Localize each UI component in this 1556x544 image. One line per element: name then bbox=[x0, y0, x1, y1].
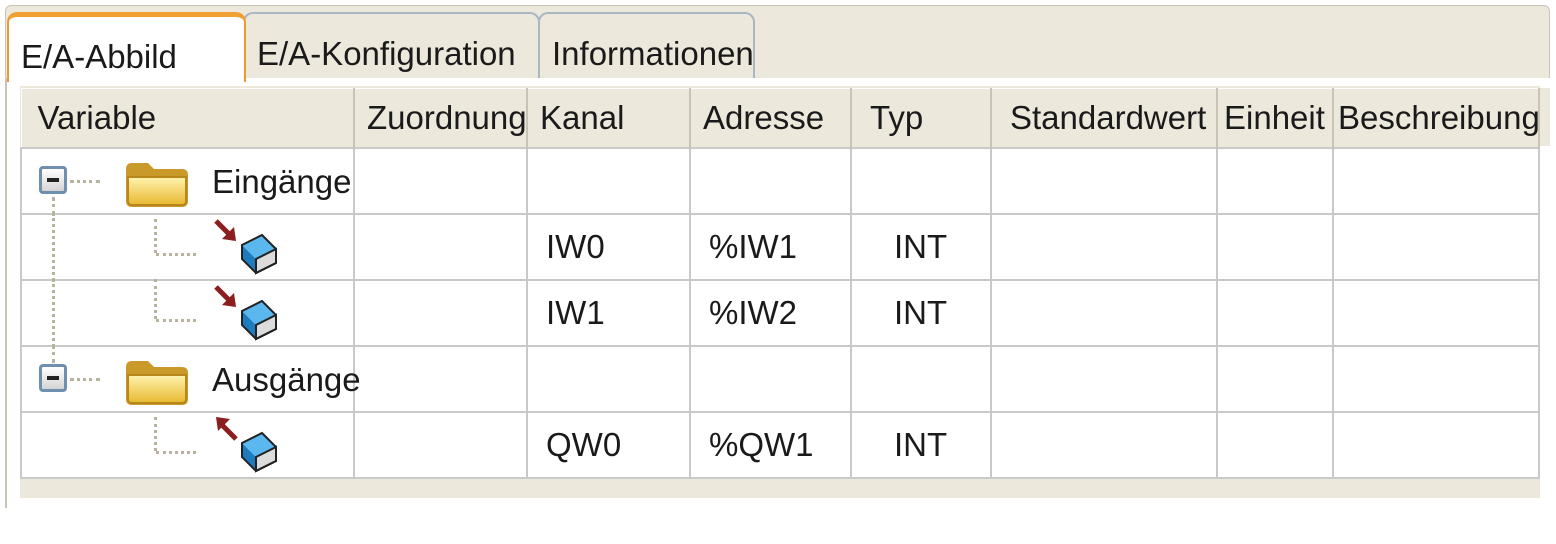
table-row[interactable]: Ausgänge bbox=[20, 345, 1540, 413]
typ-cell: INT bbox=[850, 279, 992, 347]
tab-ea-abbild[interactable]: E/A-Abbild bbox=[7, 12, 246, 82]
beschreibung-cell[interactable] bbox=[1332, 411, 1540, 479]
kanal-cell bbox=[526, 345, 691, 413]
zuordnung-cell[interactable] bbox=[353, 213, 528, 281]
tree-connector bbox=[154, 279, 157, 319]
tree-connector bbox=[154, 219, 157, 253]
einheit-cell[interactable] bbox=[1216, 147, 1334, 215]
variable-cell[interactable] bbox=[20, 213, 355, 281]
folder-label: Ausgänge bbox=[212, 361, 361, 398]
typ-cell bbox=[850, 147, 992, 215]
column-header-zuordnung[interactable]: Zuordnung bbox=[353, 88, 528, 149]
zuordnung-cell[interactable] bbox=[353, 147, 528, 215]
table-row[interactable]: IW0 %IW1 INT bbox=[20, 213, 1540, 281]
beschreibung-cell[interactable] bbox=[1332, 279, 1540, 347]
io-mapping-table: Variable Zuordnung Kanal Adresse Typ Sta… bbox=[20, 88, 1540, 479]
variable-cell[interactable] bbox=[20, 411, 355, 479]
tab-informationen[interactable]: Informationen bbox=[538, 12, 755, 80]
typ-cell: INT bbox=[850, 411, 992, 479]
kanal-cell bbox=[526, 147, 691, 215]
standardwert-cell[interactable] bbox=[990, 147, 1218, 215]
column-header-beschreibung[interactable]: Beschreibung bbox=[1332, 88, 1540, 149]
beschreibung-cell[interactable] bbox=[1332, 147, 1540, 215]
tree-connector bbox=[52, 279, 55, 347]
beschreibung-cell[interactable] bbox=[1332, 213, 1540, 281]
collapse-icon[interactable] bbox=[39, 364, 67, 392]
zuordnung-cell[interactable] bbox=[353, 345, 528, 413]
beschreibung-cell[interactable] bbox=[1332, 345, 1540, 413]
adresse-cell: %IW1 bbox=[689, 213, 852, 281]
tree-connector bbox=[70, 378, 100, 381]
einheit-cell[interactable] bbox=[1216, 411, 1334, 479]
tree-connector bbox=[156, 253, 196, 256]
kanal-cell: IW0 bbox=[526, 213, 691, 281]
adresse-cell: %IW2 bbox=[689, 279, 852, 347]
variable-cell[interactable] bbox=[20, 279, 355, 347]
column-header-typ[interactable]: Typ bbox=[850, 88, 992, 149]
variable-cell: Ausgänge bbox=[20, 345, 361, 413]
typ-cell bbox=[850, 345, 992, 413]
einheit-cell[interactable] bbox=[1216, 279, 1334, 347]
column-header-standardwert[interactable]: Standardwert bbox=[990, 88, 1218, 149]
tree-connector bbox=[154, 417, 157, 451]
typ-cell: INT bbox=[850, 213, 992, 281]
column-header-adresse[interactable]: Adresse bbox=[689, 88, 852, 149]
tree-connector bbox=[52, 345, 55, 363]
standardwert-cell[interactable] bbox=[990, 279, 1218, 347]
variable-cell: Eingänge bbox=[20, 147, 355, 215]
tree-connector bbox=[52, 213, 55, 281]
einheit-cell[interactable] bbox=[1216, 213, 1334, 281]
tree-connector bbox=[70, 180, 100, 183]
column-header-einheit[interactable]: Einheit bbox=[1216, 88, 1334, 149]
zuordnung-cell[interactable] bbox=[353, 411, 528, 479]
folder-icon bbox=[126, 361, 188, 405]
input-channel-icon bbox=[214, 219, 277, 275]
collapse-icon[interactable] bbox=[39, 166, 67, 194]
standardwert-cell[interactable] bbox=[990, 213, 1218, 281]
folder-icon bbox=[126, 163, 188, 207]
kanal-cell: IW1 bbox=[526, 279, 691, 347]
adresse-cell bbox=[689, 147, 852, 215]
tab-label: Informationen bbox=[552, 35, 754, 72]
folder-label: Eingänge bbox=[212, 163, 352, 200]
table-row[interactable]: QW0 %QW1 INT bbox=[20, 411, 1540, 479]
tab-ea-konfiguration[interactable]: E/A-Konfiguration bbox=[243, 12, 540, 80]
tab-label: E/A-Konfiguration bbox=[257, 35, 516, 72]
zuordnung-cell[interactable] bbox=[353, 279, 528, 347]
header-row: Variable Zuordnung Kanal Adresse Typ Sta… bbox=[20, 88, 1540, 149]
standardwert-cell[interactable] bbox=[990, 345, 1218, 413]
column-header-kanal[interactable]: Kanal bbox=[526, 88, 691, 149]
output-channel-icon bbox=[216, 417, 277, 473]
table-row[interactable]: IW1 %IW2 INT bbox=[20, 279, 1540, 347]
input-channel-icon bbox=[214, 285, 277, 341]
tree-connector bbox=[156, 451, 196, 454]
kanal-cell: QW0 bbox=[526, 411, 691, 479]
adresse-cell bbox=[689, 345, 852, 413]
tree-connector bbox=[156, 319, 196, 322]
tab-label: E/A-Abbild bbox=[21, 38, 177, 75]
adresse-cell: %QW1 bbox=[689, 411, 852, 479]
table-row[interactable]: Eingänge bbox=[20, 147, 1540, 215]
standardwert-cell[interactable] bbox=[990, 411, 1218, 479]
column-header-variable[interactable]: Variable bbox=[20, 88, 355, 149]
einheit-cell[interactable] bbox=[1216, 345, 1334, 413]
